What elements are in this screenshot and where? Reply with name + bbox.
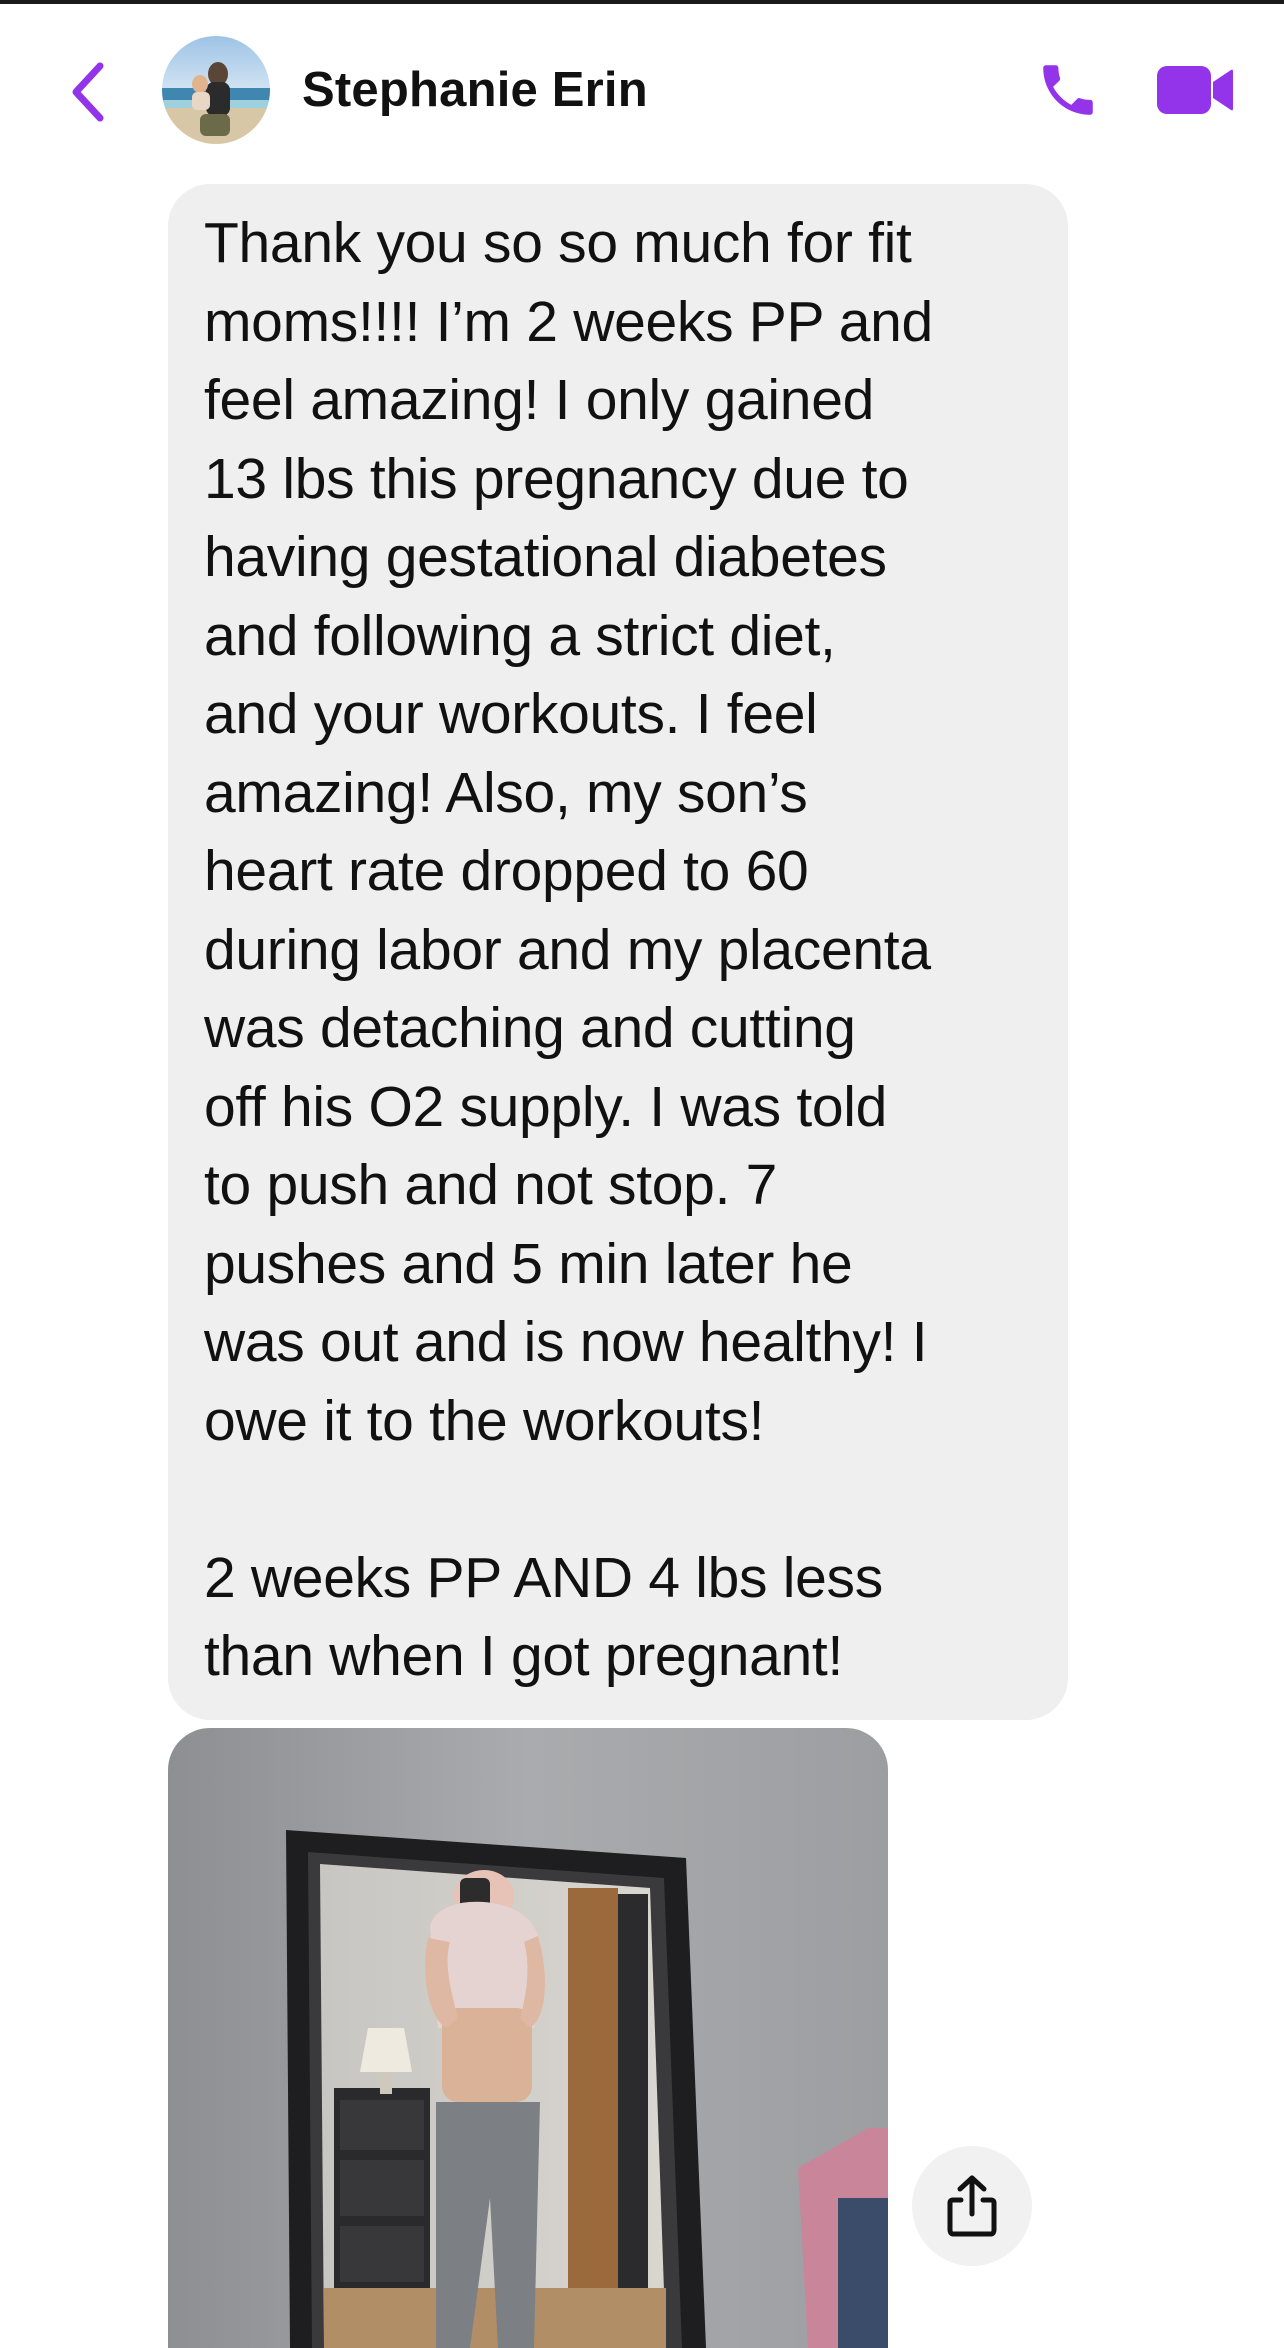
message-line: and following a strict diet, [204,603,836,668]
message-line: feel amazing! I only gained [204,368,874,432]
message-line: amazing! Also, my son’s [204,760,808,825]
audio-call-button[interactable] [1030,52,1106,128]
message-text: Thank you so so much for fit moms!!!! I’… [204,204,1032,1696]
message-line: was detaching and cutting [204,996,856,1060]
avatar-photo [162,36,270,144]
chevron-left-icon [72,62,104,122]
message-line: during labor and my placenta [204,917,931,982]
message-line: owe it to the workouts! [204,1388,765,1453]
video-call-button[interactable] [1152,52,1238,128]
share-button[interactable] [912,2146,1032,2266]
message-bubble[interactable]: Thank you so so much for fit moms!!!! I’… [168,184,1068,1720]
contact-name[interactable]: Stephanie Erin [302,60,648,120]
message-line: 13 lbs this pregnancy due to [204,446,909,511]
contact-avatar[interactable] [162,36,270,144]
message-line: and your workouts. I feel [204,682,818,746]
back-button[interactable] [58,52,118,132]
conversation-header: Stephanie Erin [0,4,1284,174]
message-line: off his O2 supply. I was told [204,1074,888,1139]
message-line: to push and not stop. 7 [204,1153,778,1217]
message-line: heart rate dropped to 60 [204,839,809,903]
photo-attachment[interactable] [168,1728,888,2348]
message-line: was out and is now healthy! I [204,1310,928,1374]
message-line: having gestational diabetes [204,525,887,589]
share-icon [947,2175,997,2237]
message-line: than when I got pregnant! [204,1624,843,1688]
message-line: moms!!!! I’m 2 weeks PP and [204,289,933,354]
phone-icon [1043,65,1093,115]
video-camera-icon [1157,66,1233,114]
message-line: pushes and 5 min later he [204,1231,853,1296]
message-line: 2 weeks PP AND 4 lbs less [204,1545,883,1610]
message-line: Thank you so so much for fit [204,211,912,275]
mirror-selfie-image [168,1728,888,2348]
